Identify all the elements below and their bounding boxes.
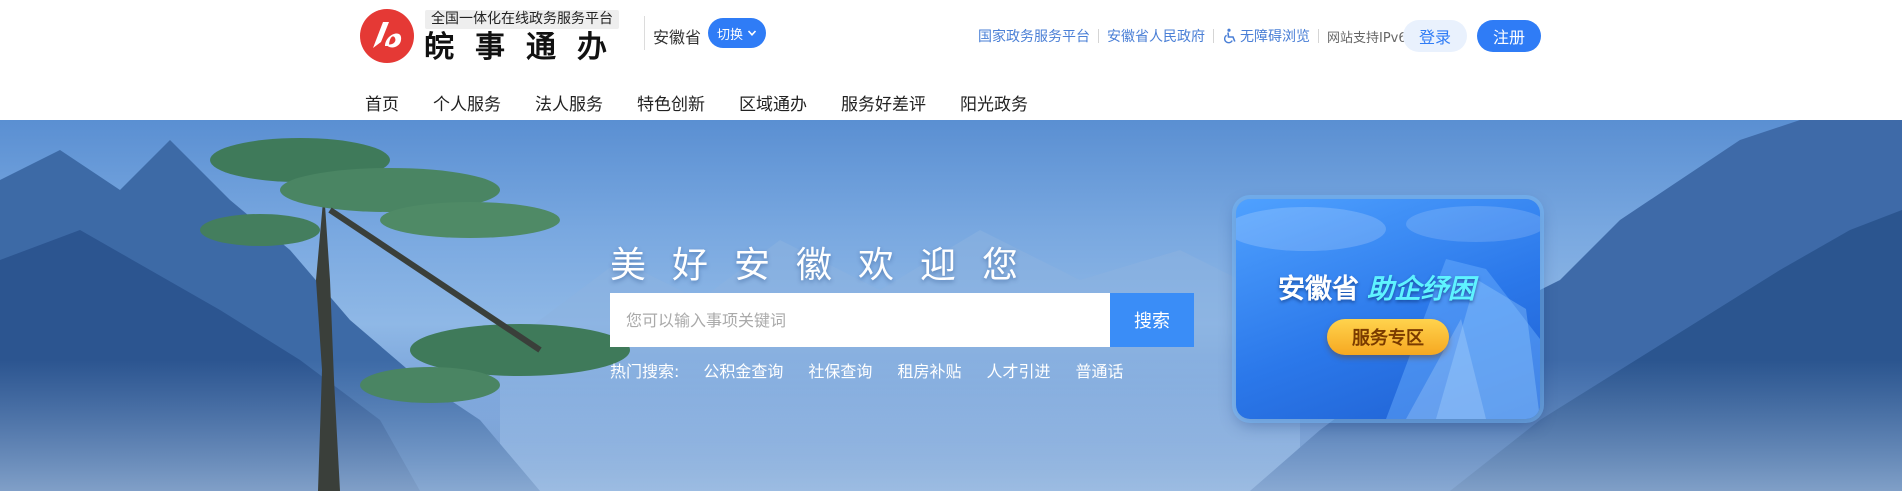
accessibility-label: 无障碍浏览 [1240, 29, 1310, 45]
provincial-government-link[interactable]: 安徽省人民政府 [1107, 26, 1205, 46]
ipv6-support-text: 网站支持IPv6 [1327, 30, 1407, 46]
nav-personal-services[interactable]: 个人服务 [433, 90, 501, 115]
service-zone-button[interactable]: 服务专区 [1327, 319, 1449, 355]
promo-title-highlight: 助企纾困 [1367, 274, 1475, 305]
hero-banner: 美好安徽欢迎您 搜索 热门搜索: 公积金查询 社保查询 租房补贴 人才引进 普通… [0, 120, 1902, 491]
hot-searches: 热门搜索: 公积金查询 社保查询 租房补贴 人才引进 普通话 [610, 358, 1148, 382]
main-nav: 首页 个人服务 法人服务 特色创新 区域通办 服务好差评 阳光政务 [365, 90, 1062, 115]
login-button[interactable]: 登录 [1403, 20, 1467, 52]
promo-card[interactable]: 安徽省 助企纾困 服务专区 [1236, 199, 1540, 419]
switch-label: 切换 [716, 27, 743, 43]
register-button[interactable]: 注册 [1477, 20, 1541, 52]
nav-featured-innovation[interactable]: 特色创新 [637, 90, 705, 115]
search-input[interactable] [610, 293, 1110, 347]
hot-search-item[interactable]: 普通话 [1075, 358, 1123, 382]
header-divider [644, 16, 645, 50]
nav-sunshine-government[interactable]: 阳光政务 [960, 90, 1028, 115]
hot-search-item[interactable]: 租房补贴 [897, 358, 961, 382]
wheelchair-icon [1224, 28, 1236, 44]
nav-corporate-services[interactable]: 法人服务 [535, 90, 603, 115]
skyscraper-image [1236, 206, 1540, 419]
link-separator [1098, 29, 1099, 43]
promo-title: 安徽省 助企纾困 [1278, 267, 1475, 306]
switch-region-button[interactable]: 切换 [708, 18, 766, 48]
platform-tag: 全国一体化在线政务服务平台 [425, 10, 619, 29]
accessibility-link[interactable]: 无障碍浏览 [1222, 26, 1310, 46]
site-header: 全国一体化在线政务服务平台 皖事通办 安徽省 切换 国家政务服务平台 安徽省人民… [0, 0, 1902, 120]
top-links: 国家政务服务平台 安徽省人民政府 无障碍浏览 网站支持IPv6 [978, 26, 1407, 46]
nav-service-rating[interactable]: 服务好差评 [841, 90, 926, 115]
current-province: 安徽省 [653, 28, 702, 47]
link-separator [1318, 29, 1319, 43]
link-separator [1213, 29, 1214, 43]
hot-search-item[interactable]: 社保查询 [808, 358, 872, 382]
chevron-down-icon [747, 30, 757, 36]
national-platform-link[interactable]: 国家政务服务平台 [978, 26, 1090, 46]
welcome-heading: 美好安徽欢迎您 [610, 245, 1045, 286]
hot-search-label: 热门搜索: [610, 362, 680, 381]
nav-home[interactable]: 首页 [365, 90, 399, 115]
site-name: 皖事通办 [424, 30, 628, 65]
site-logo-icon[interactable] [359, 8, 415, 64]
promo-title-main: 安徽省 [1278, 274, 1359, 305]
search-button[interactable]: 搜索 [1110, 293, 1194, 347]
nav-regional-services[interactable]: 区域通办 [739, 90, 807, 115]
hot-search-item[interactable]: 人才引进 [986, 358, 1050, 382]
hot-search-item[interactable]: 公积金查询 [703, 358, 783, 382]
